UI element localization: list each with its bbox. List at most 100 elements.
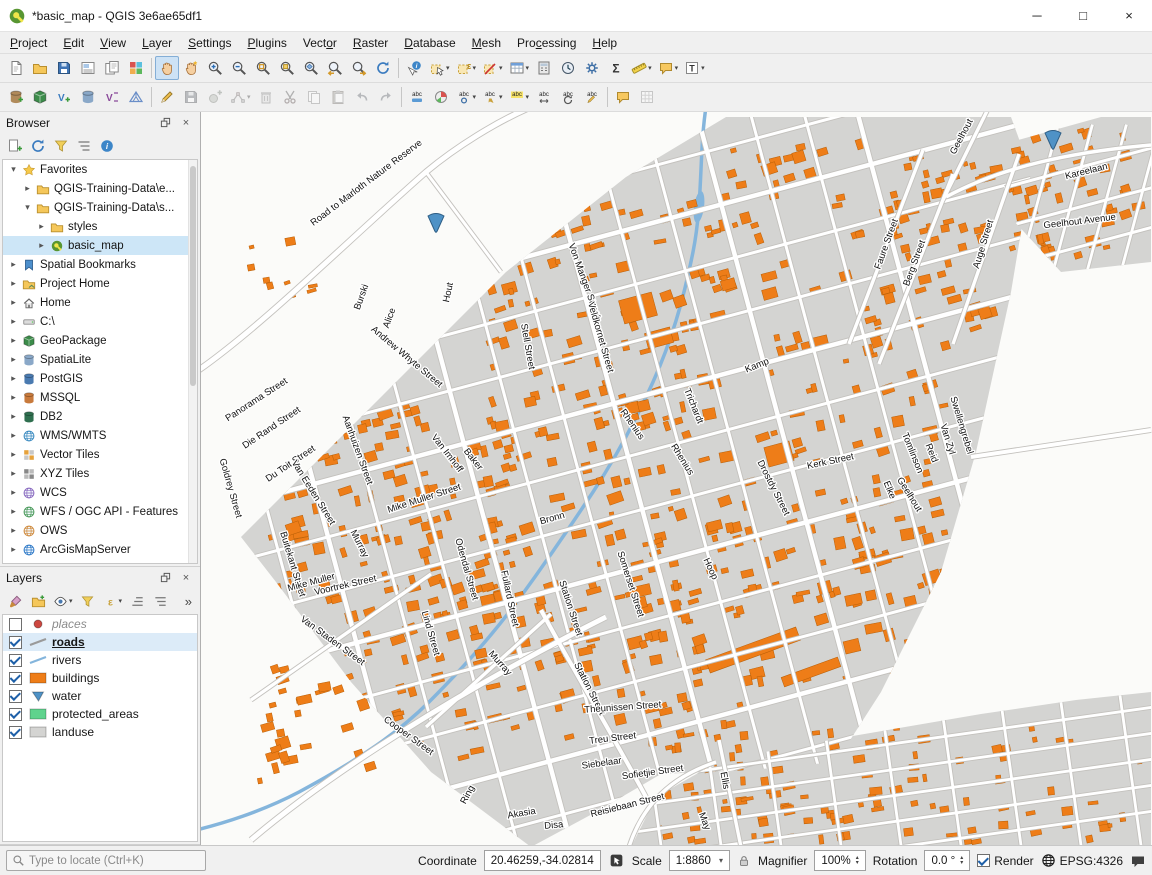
expander-icon[interactable]: ▾ bbox=[7, 164, 20, 175]
expander-icon[interactable]: ▸ bbox=[7, 430, 20, 441]
chevron-down-icon[interactable]: ▾ bbox=[446, 64, 450, 72]
new-spatialite-layer-button[interactable] bbox=[76, 85, 100, 109]
style-manager-button[interactable] bbox=[124, 56, 148, 80]
lock-icon[interactable] bbox=[737, 854, 751, 868]
menu-vector[interactable]: Vector bbox=[295, 32, 345, 53]
browser-item-qgis-training-data-s[interactable]: ▾QGIS-Training-Data\s... bbox=[3, 198, 197, 217]
menu-raster[interactable]: Raster bbox=[345, 32, 396, 53]
layer-item-roads[interactable]: roads bbox=[3, 633, 197, 651]
manage-map-themes-button[interactable]: ▾ bbox=[50, 590, 76, 612]
show-layout-manager-button[interactable] bbox=[100, 56, 124, 80]
expander-icon[interactable]: ▸ bbox=[7, 392, 20, 403]
browser-item-c[interactable]: ▸C:\ bbox=[3, 312, 197, 331]
zoom-to-layer-button[interactable] bbox=[299, 56, 323, 80]
layer-item-buildings[interactable]: buildings bbox=[3, 669, 197, 687]
layer-visibility-checkbox[interactable] bbox=[9, 708, 22, 721]
new-shapefile-layer-button[interactable]: V bbox=[52, 85, 76, 109]
expander-icon[interactable]: ▸ bbox=[7, 411, 20, 422]
paste-features-button[interactable] bbox=[326, 85, 350, 109]
save-project-button[interactable] bbox=[52, 56, 76, 80]
layer-item-water[interactable]: water bbox=[3, 687, 197, 705]
chevron-down-icon[interactable]: ▾ bbox=[473, 93, 477, 101]
layer-visibility-checkbox[interactable] bbox=[9, 618, 22, 631]
statistics-panel-button[interactable]: Σ bbox=[604, 56, 628, 80]
copy-features-button[interactable] bbox=[302, 85, 326, 109]
zoom-in-button[interactable] bbox=[203, 56, 227, 80]
menu-layer[interactable]: Layer bbox=[134, 32, 180, 53]
expander-icon[interactable]: ▸ bbox=[7, 468, 20, 479]
new-geopackage-layer-button[interactable] bbox=[28, 85, 52, 109]
browser-item-db2[interactable]: ▸DB2 bbox=[3, 407, 197, 426]
browser-item-qgis-training-data-e[interactable]: ▸QGIS-Training-Data\e... bbox=[3, 179, 197, 198]
menu-settings[interactable]: Settings bbox=[180, 32, 239, 53]
close-panel-icon[interactable]: × bbox=[178, 570, 194, 586]
expander-icon[interactable]: ▸ bbox=[21, 183, 34, 194]
save-layer-edits-button[interactable] bbox=[179, 85, 203, 109]
expander-icon[interactable]: ▸ bbox=[7, 506, 20, 517]
chevron-down-icon[interactable]: ▾ bbox=[701, 64, 705, 72]
chevron-down-icon[interactable]: ▾ bbox=[675, 64, 679, 72]
browser-item-ows[interactable]: ▸OWS bbox=[3, 521, 197, 540]
map-tips-button[interactable]: ▾ bbox=[655, 56, 682, 80]
expander-icon[interactable]: ▾ bbox=[21, 202, 34, 213]
properties-widget-button[interactable]: i bbox=[96, 135, 118, 157]
chevron-down-icon[interactable]: ▾ bbox=[526, 93, 530, 101]
render-checkbox[interactable]: Render bbox=[977, 854, 1033, 868]
labeling-options-button[interactable]: abc▾ bbox=[453, 85, 480, 109]
menu-help[interactable]: Help bbox=[584, 32, 625, 53]
browser-item-arcgisfeatureserver[interactable]: ▸ArcGisFeatureServer bbox=[3, 559, 197, 564]
delete-selected-button[interactable] bbox=[254, 85, 278, 109]
menu-edit[interactable]: Edit bbox=[55, 32, 92, 53]
browser-item-wcs[interactable]: ▸WCS bbox=[3, 483, 197, 502]
browser-item-postgis[interactable]: ▸PostGIS bbox=[3, 369, 197, 388]
menu-view[interactable]: View bbox=[92, 32, 134, 53]
chevron-down-icon[interactable]: ▾ bbox=[247, 93, 251, 101]
browser-item-project-home[interactable]: ▸Project Home bbox=[3, 274, 197, 293]
zoom-full-button[interactable] bbox=[251, 56, 275, 80]
menu-database[interactable]: Database bbox=[396, 32, 463, 53]
add-selected-layers-button[interactable] bbox=[4, 135, 26, 157]
spin-arrows[interactable]: ▴▾ bbox=[856, 856, 859, 866]
select-by-expression-button[interactable]: ε▾ bbox=[453, 56, 480, 80]
expander-icon[interactable]: ▸ bbox=[7, 525, 20, 536]
coordinate-input[interactable]: 20.46259,-34.02814 bbox=[484, 850, 601, 871]
layer-item-rivers[interactable]: rivers bbox=[3, 651, 197, 669]
float-panel-icon[interactable] bbox=[157, 115, 173, 131]
expander-icon[interactable]: ▸ bbox=[35, 221, 48, 232]
messages-icon[interactable] bbox=[1130, 853, 1146, 869]
expander-icon[interactable]: ▸ bbox=[7, 373, 20, 384]
new-project-button[interactable] bbox=[4, 56, 28, 80]
processing-toolbox-button[interactable] bbox=[580, 56, 604, 80]
browser-item-styles[interactable]: ▸styles bbox=[3, 217, 197, 236]
select-features-button[interactable]: ▾ bbox=[426, 56, 453, 80]
chevron-down-icon[interactable]: ▾ bbox=[719, 856, 723, 865]
menu-mesh[interactable]: Mesh bbox=[464, 32, 509, 53]
pin-labels-button[interactable]: abc▾ bbox=[479, 85, 506, 109]
expander-icon[interactable]: ▸ bbox=[7, 563, 20, 564]
zoom-next-button[interactable] bbox=[347, 56, 371, 80]
menu-plugins[interactable]: Plugins bbox=[240, 32, 295, 53]
layer-visibility-checkbox[interactable] bbox=[9, 636, 22, 649]
text-annotation-button[interactable]: T▾ bbox=[681, 56, 708, 80]
crs-button[interactable]: EPSG:4326 bbox=[1041, 853, 1123, 868]
float-panel-icon[interactable] bbox=[157, 570, 173, 586]
browser-item-spatialite[interactable]: ▸SpatiaLite bbox=[3, 350, 197, 369]
decorations-grid-button[interactable] bbox=[635, 85, 659, 109]
browser-item-wfs-ogc-api-features[interactable]: ▸WFS / OGC API - Features bbox=[3, 502, 197, 521]
browser-scrollbar[interactable] bbox=[188, 160, 197, 563]
collapse-all-layers-button[interactable] bbox=[149, 590, 171, 612]
cut-features-button[interactable] bbox=[278, 85, 302, 109]
browser-item-home[interactable]: ▸Home bbox=[3, 293, 197, 312]
temporal-controller-button[interactable] bbox=[556, 56, 580, 80]
chevron-down-icon[interactable]: ▾ bbox=[526, 64, 530, 72]
browser-item-vector-tiles[interactable]: ▸Vector Tiles bbox=[3, 445, 197, 464]
locate-input[interactable]: Type to locate (Ctrl+K) bbox=[6, 850, 206, 871]
expander-icon[interactable]: ▸ bbox=[7, 259, 20, 270]
chevron-down-icon[interactable]: ▾ bbox=[648, 64, 652, 72]
menu-project[interactable]: Project bbox=[2, 32, 55, 53]
collapse-all-button[interactable] bbox=[73, 135, 95, 157]
maximize-button[interactable]: □ bbox=[1060, 0, 1106, 31]
layer-item-places[interactable]: places bbox=[3, 615, 197, 633]
add-group-button[interactable] bbox=[27, 590, 49, 612]
scale-combo[interactable]: 1:8860▾ bbox=[669, 850, 730, 871]
